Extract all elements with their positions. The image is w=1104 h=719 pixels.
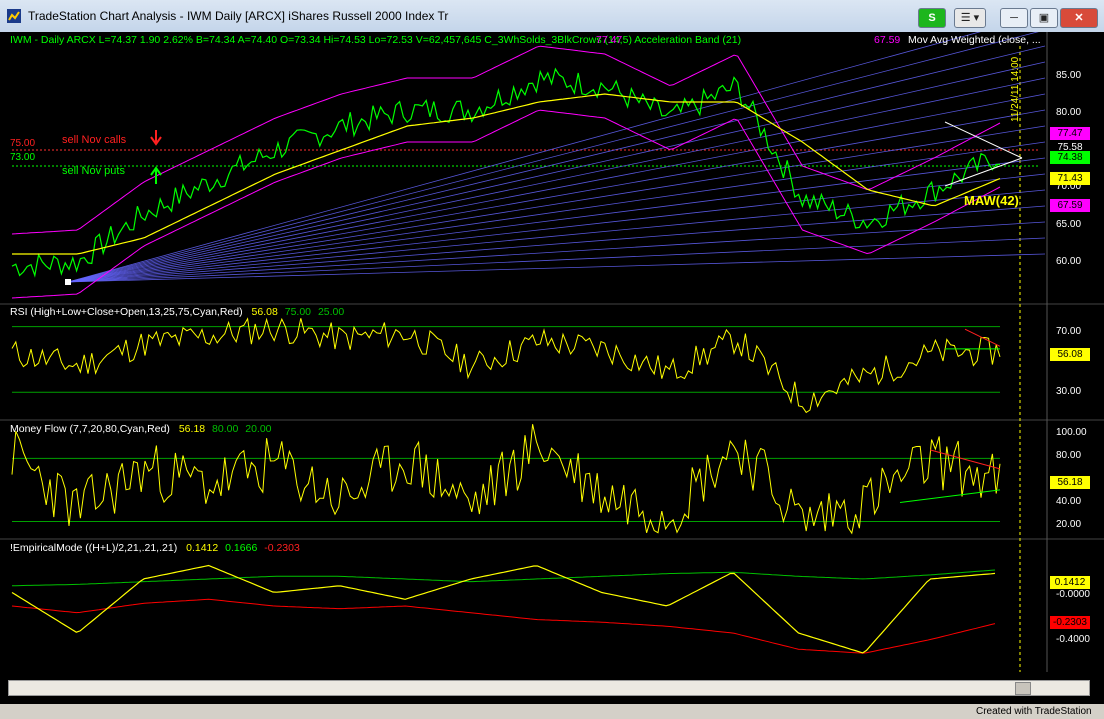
mf-tick: 100.00	[1056, 427, 1087, 438]
sell-calls-annotation: sell Nov calls	[62, 134, 127, 146]
fan-line	[67, 109, 1046, 283]
fan-line	[67, 61, 1046, 283]
mf-header-text: Money Flow (7,7,20,80,Cyan,Red)	[10, 423, 170, 435]
chart-canvas[interactable]: IWM - Daily ARCX L=74.37 1.90 2.62% B=74…	[0, 32, 1104, 704]
rsi-resistance-line	[964, 328, 1001, 347]
fan-line	[67, 93, 1046, 283]
tradestation-app-icon	[7, 9, 21, 23]
fan-line	[67, 221, 1046, 283]
date-label: Oct	[900, 666, 916, 677]
accel-band-upper	[11, 45, 1001, 235]
em-header-text: !EmpiricalMode ((H+L)/2,21,.21,.21)	[10, 542, 178, 554]
level-75-label: 75.00	[10, 138, 36, 149]
window-title: TradeStation Chart Analysis - IWM Daily …	[28, 9, 449, 23]
close-button[interactable]: ✕	[1060, 8, 1098, 28]
chart-plot	[0, 32, 1104, 672]
price-tag: 67.59	[1050, 199, 1090, 212]
price-tick: 80.00	[1056, 107, 1082, 118]
mf-lower: 20.00	[245, 423, 272, 435]
em-tick: -0.4000	[1056, 634, 1090, 645]
mf-series-line	[11, 424, 1001, 535]
mf-tick: 40.00	[1056, 496, 1082, 507]
sell-puts-arrow	[150, 166, 162, 184]
rsi-value: 56.08	[251, 306, 278, 318]
rsi-header-text: RSI (High+Low+Close+Open,13,25,75,Cyan,R…	[10, 306, 243, 318]
em-lower-line	[11, 598, 996, 654]
window-titlebar: TradeStation Chart Analysis - IWM Daily …	[0, 0, 1104, 33]
triangle-lower-line	[944, 157, 1023, 187]
em-value-1: 0.1412	[186, 542, 219, 554]
s-button[interactable]: S	[918, 8, 946, 28]
mf-value: 56.18	[178, 423, 206, 435]
maw-header: Mov Avg Weighted (close, ...	[908, 34, 1041, 46]
maw-value: 67.59	[874, 34, 901, 46]
em-value-2: 0.1666	[225, 542, 258, 554]
maw-label: MAW(42)	[964, 193, 1019, 208]
em-tick: -0.0000	[1056, 589, 1090, 600]
restore-button[interactable]: ▣	[1030, 8, 1058, 28]
rsi-series-line	[11, 317, 1001, 414]
fan-line	[67, 173, 1046, 283]
rsi-header: RSI (High+Low+Close+Open,13,25,75,Cyan,R…	[10, 306, 344, 318]
sell-puts-annotation: sell Nov puts	[62, 165, 125, 177]
accel-value: 77.47	[596, 34, 623, 46]
mf-upper: 80.00	[212, 423, 239, 435]
level-73-label: 73.00	[10, 152, 36, 163]
fan-line	[67, 77, 1046, 283]
price-tick: 85.00	[1056, 70, 1082, 81]
date-label: Apr	[521, 666, 537, 677]
mf-tick: 80.00	[1056, 450, 1082, 461]
em-tag: 0.1412	[1050, 576, 1090, 589]
price-tag: 74.38	[1050, 151, 1090, 164]
rsi-lower: 25.00	[317, 306, 345, 318]
mf-header: Money Flow (7,7,20,80,Cyan,Red) 56.18 80…	[10, 423, 272, 435]
mf-support-line	[899, 489, 1001, 504]
rsi-tick: 70.00	[1056, 326, 1082, 337]
horizontal-scrollbar[interactable]	[8, 680, 1090, 696]
fan-line	[67, 45, 1046, 283]
em-value-3: -0.2303	[264, 542, 300, 554]
price-tick: 60.00	[1056, 256, 1082, 267]
vertical-date-label: 11/24/11 14:00	[1010, 56, 1021, 122]
chart-menu-button[interactable]: ☰ ▾	[954, 8, 986, 28]
em-header: !EmpiricalMode ((H+L)/2,21,.21,.21) 0.14…	[10, 542, 300, 554]
date-label: Jul	[711, 666, 724, 677]
low-marker	[65, 279, 71, 285]
mf-tag: 56.18	[1050, 476, 1090, 489]
em-tag: -0.2303	[1050, 616, 1090, 629]
mf-tick: 20.00	[1056, 519, 1082, 530]
price-header: IWM - Daily ARCX L=74.37 1.90 2.62% B=74…	[10, 34, 742, 46]
rsi-tag: 56.08	[1050, 348, 1090, 361]
price-tick: 65.00	[1056, 219, 1082, 230]
date-label: Oct	[141, 666, 157, 677]
sell-calls-arrow	[150, 130, 162, 146]
rsi-upper: 75.00	[284, 306, 312, 318]
date-label: '11	[336, 666, 349, 677]
fan-line	[67, 157, 1046, 283]
price-tag: 77.47	[1050, 127, 1090, 140]
scrollbar-thumb[interactable]	[1015, 682, 1031, 695]
minimize-button[interactable]: ─	[1000, 8, 1028, 28]
footer-credit: Created with TradeStation	[976, 706, 1092, 717]
price-tag: 71.43	[1050, 172, 1090, 185]
rsi-tick: 30.00	[1056, 386, 1082, 397]
